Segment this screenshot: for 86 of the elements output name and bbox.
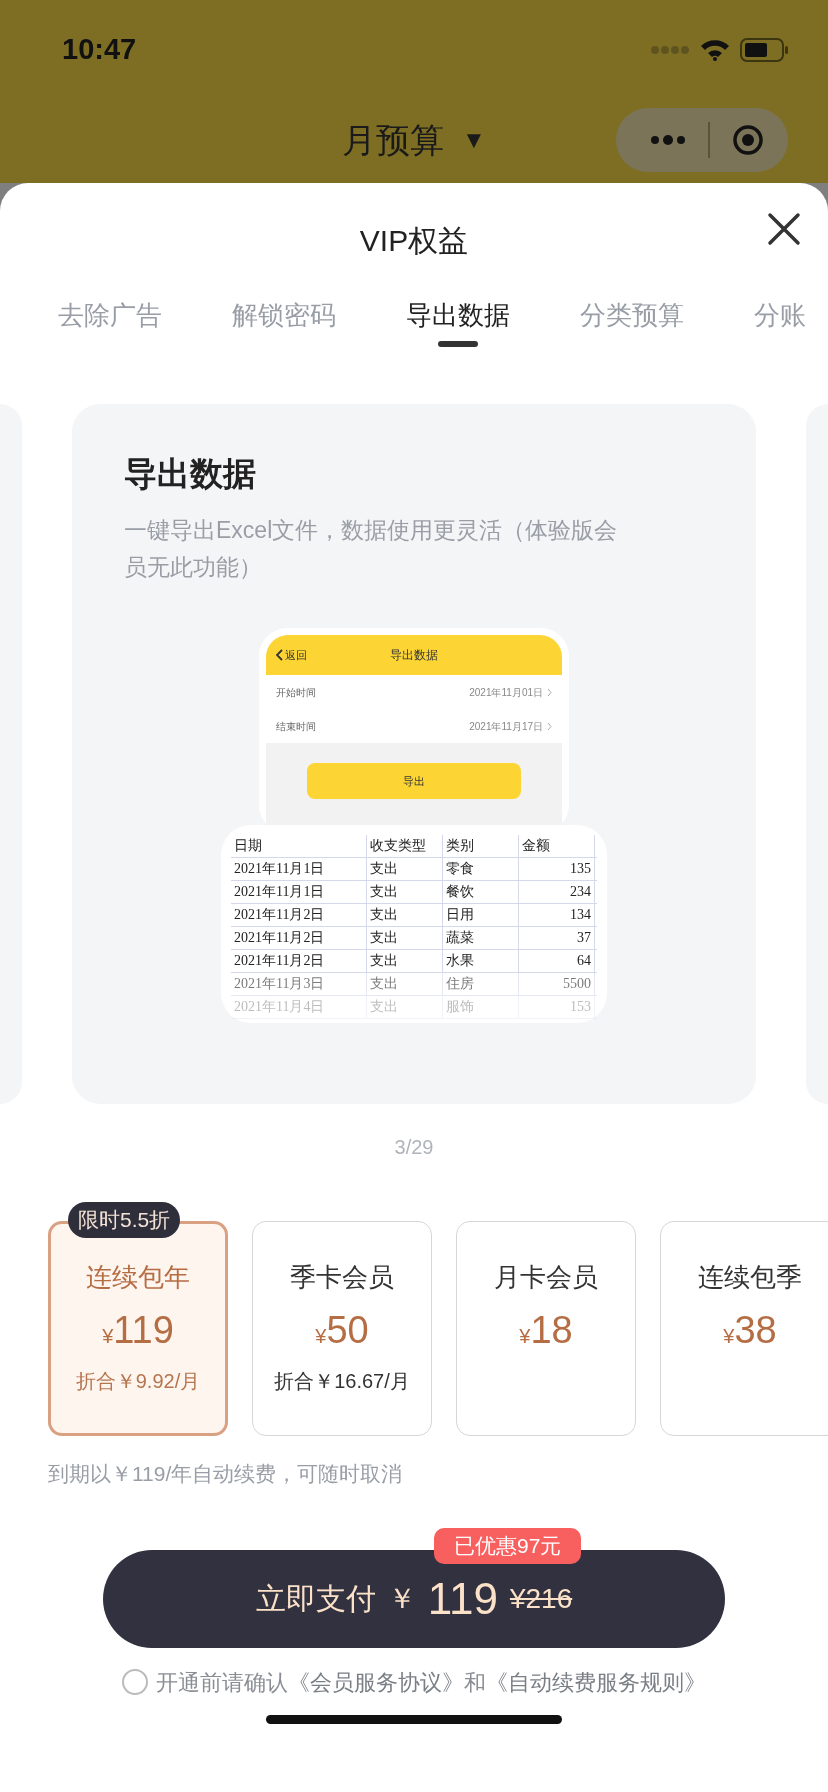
sheet-cell: 水果 [443,950,519,972]
sheet-cell: 153 [519,996,595,1018]
sheet-cell: 64 [519,950,595,972]
plan-card[interactable]: 季卡会员 ¥50 折合￥16.67/月 [252,1221,432,1436]
mock-label: 结束时间 [276,719,316,734]
chevron-right-icon [547,687,552,697]
currency-sign: ¥ [519,1325,531,1349]
wifi-icon [700,39,730,61]
agreement-link[interactable]: 《自动续费服务规则》 [486,1669,706,1695]
agreement-text: 开通前请确认《会员服务协议》和《自动续费服务规则》 [156,1668,706,1697]
sheet-header: 收支类型 [367,835,443,857]
sheet-cell: 餐饮 [443,881,519,903]
sheet-cell: 住房 [443,973,519,995]
dropdown-caret[interactable]: ▼ [462,122,486,158]
sheet-header: 类别 [443,835,519,857]
sheet-header: 日期 [231,835,367,857]
target-icon[interactable] [732,124,764,156]
sheet-cell: 支出 [367,927,443,949]
nav-title[interactable]: 月预算 [342,114,445,166]
monthly-price: 折合￥9.92/月 [75,1369,201,1394]
tab-indicator [438,341,478,347]
page-indicator: 3/29 [394,1135,434,1160]
sheet-cell: 2021年11月2日 [231,904,367,926]
sheet-cell: 日用 [443,904,519,926]
discount-tag: 已优惠97元 [434,1527,582,1564]
pay-amount: 119 [427,1572,498,1625]
sheet-cell: 5500 [519,973,595,995]
sheet-cell: 2021年11月1日 [231,858,367,880]
sheet-cell: 支出 [367,950,443,972]
original-price: ¥216 [509,1581,573,1616]
plan-name: 连续包年 [86,1261,190,1294]
plan-card[interactable]: 月卡会员 ¥18 [456,1221,636,1436]
signal-icon [650,45,690,55]
more-icon[interactable] [650,135,686,145]
agreement-link[interactable]: 《会员服务协议》 [288,1669,464,1695]
tab[interactable]: 分类预算 [580,297,684,333]
renew-note: 到期以￥119/年自动续费，可随时取消 [47,1461,404,1487]
tab[interactable]: 分账 [754,297,806,333]
tab[interactable]: 解锁密码 [232,297,336,333]
currency-sign: ￥ [387,1581,416,1616]
plan-name: 月卡会员 [494,1261,598,1294]
sheet-cell: 135 [519,858,595,880]
mock-title: 导出数据 [390,647,438,664]
mock-value: 2021年11月17日 [469,719,543,734]
battery-icon [740,38,790,62]
feature-description: 一键导出Excel文件，数据使用更灵活（体验版会员无此功能） [124,516,619,582]
plan-card[interactable]: 连续包季 ¥38 [660,1221,828,1436]
sheet-cell: 支出 [367,881,443,903]
plan-name: 季卡会员 [290,1261,394,1294]
sheet-cell: 支出 [367,996,443,1018]
sheet-cell: 蔬菜 [443,927,519,949]
sheet-cell: 零食 [443,858,519,880]
sheet-cell: 支出 [367,858,443,880]
sheet-cell: 支出 [367,973,443,995]
sheet-header: 金额 [519,835,595,857]
back-chevron-icon [276,649,283,661]
agree-checkbox[interactable] [122,1669,148,1695]
pay-label: 立即支付 [255,1581,376,1617]
currency-sign: ¥ [315,1325,327,1349]
mock-label: 开始时间 [276,685,316,700]
close-icon [767,212,801,246]
discount-badge: 限时5.5折 [68,1202,181,1238]
chevron-right-icon [547,721,552,731]
plan-price: 50 [326,1308,369,1352]
plan-price: 119 [113,1308,174,1352]
sheet-cell: 2021年11月2日 [231,950,367,972]
sheet-cell: 37 [519,927,595,949]
monthly-price: 折合￥16.67/月 [274,1369,410,1394]
sheet-cell: 234 [519,881,595,903]
tab[interactable]: 导出数据 [406,297,510,333]
plan-price: 18 [530,1308,573,1352]
mock-value: 2021年11月01日 [469,685,543,700]
feature-title: 导出数据 [123,454,257,494]
sheet-cell: 2021年11月1日 [231,881,367,903]
currency-sign: ¥ [102,1325,114,1349]
plan-price: 38 [734,1308,777,1352]
currency-sign: ¥ [723,1325,735,1349]
plan-name: 连续包季 [698,1261,802,1294]
sheet-title: VIP权益 [359,223,469,259]
tab[interactable]: 去除广告 [58,297,162,333]
sheet-cell: 2021年11月2日 [231,927,367,949]
sheet-cell: 支出 [367,904,443,926]
status-time: 10:47 [62,32,137,68]
sheet-cell: 2021年11月3日 [231,973,367,995]
sheet-cell: 134 [519,904,595,926]
sheet-cell: 服饰 [443,996,519,1018]
